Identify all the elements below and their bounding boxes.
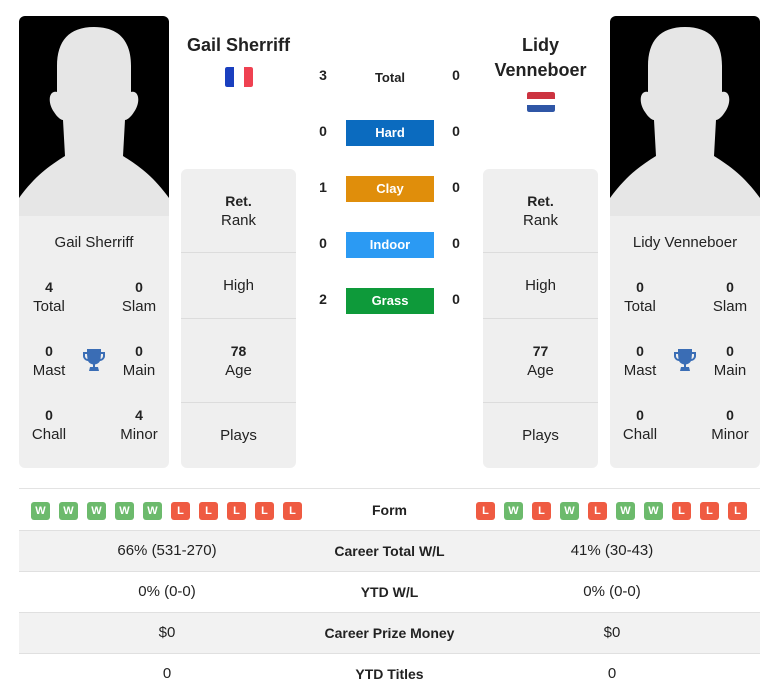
player2-form-badge-loss: L bbox=[700, 502, 719, 520]
player1-form-badge-win: W bbox=[87, 502, 106, 520]
player2-total-titles: 0 Total bbox=[624, 279, 656, 315]
player1-form-badge-loss: L bbox=[171, 502, 190, 520]
player2-titles-card: Lidy Venneboer 0 Total 0 Slam 0 Mast 0 M… bbox=[610, 216, 760, 468]
player1-prize-money: $0 bbox=[158, 624, 176, 641]
h2h-clay-p2: 0 bbox=[452, 179, 460, 195]
surface-hard-badge: Hard bbox=[346, 120, 434, 146]
comparison-row: 0 YTD Titles 0 bbox=[19, 653, 760, 694]
player2-slam-titles: 0 Slam bbox=[712, 279, 748, 315]
form-row: WWWWWLLLLL Form LWLWLWWLLL bbox=[19, 488, 760, 531]
h2h-hard-p1: 0 bbox=[319, 123, 327, 139]
comparison-row: 66% (531-270) Career Total W/L 41% (30-4… bbox=[19, 530, 760, 571]
player1-form-badge-loss: L bbox=[227, 502, 246, 520]
h2h-hard-p2: 0 bbox=[452, 123, 460, 139]
player1-form-badge-win: W bbox=[143, 502, 162, 520]
player1-card-name[interactable]: Gail Sherriff bbox=[19, 234, 169, 251]
player2-rank-card: Ret. Rank High 77 Age Plays bbox=[483, 169, 598, 468]
player2-form-badge-loss: L bbox=[728, 502, 747, 520]
player1-age: 78 Age bbox=[181, 319, 296, 403]
player2-prize-money: $0 bbox=[603, 624, 621, 641]
player2-form-badge-win: W bbox=[616, 502, 635, 520]
player2-chall-titles: 0 Chall bbox=[622, 407, 658, 443]
player1-plays: Plays bbox=[220, 427, 257, 444]
player2-form-badge-loss: L bbox=[476, 502, 495, 520]
career-wl-label: Career Total W/L bbox=[334, 543, 445, 559]
player1-high: High bbox=[181, 254, 296, 319]
player2-age: 77 Age bbox=[483, 319, 598, 403]
player2-main-titles: 0 Main bbox=[713, 343, 747, 379]
player1-ytd-titles: 0 bbox=[162, 665, 172, 682]
h2h-total-label: Total bbox=[374, 70, 406, 85]
player1-name[interactable]: Gail Sherriff bbox=[181, 33, 296, 58]
ytd-wl-label: YTD W/L bbox=[360, 584, 419, 600]
player-silhouette-icon bbox=[19, 27, 169, 216]
h2h-indoor-p2: 0 bbox=[452, 235, 460, 251]
player2-form-badge-loss: L bbox=[532, 502, 551, 520]
player2-ytd-wl: 0% (0-0) bbox=[583, 583, 641, 600]
player1-main-titles: 0 Main bbox=[122, 343, 156, 379]
player1-form-badge-win: W bbox=[31, 502, 50, 520]
player1-ytd-wl: 0% (0-0) bbox=[138, 583, 196, 600]
h2h-indoor-p1: 0 bbox=[319, 235, 327, 251]
player2-plays: Plays bbox=[522, 427, 559, 444]
surface-clay-badge: Clay bbox=[346, 176, 434, 202]
player2-card-name[interactable]: Lidy Venneboer bbox=[610, 234, 760, 251]
player2-form-badge-win: W bbox=[560, 502, 579, 520]
ytd-titles-label: YTD Titles bbox=[355, 666, 424, 682]
player1-rank-card: Ret. Rank High 78 Age Plays bbox=[181, 169, 296, 468]
player1-titles-card: Gail Sherriff 4 Total 0 Slam 0 Mast 0 Ma… bbox=[19, 216, 169, 468]
player1-form-badge-win: W bbox=[115, 502, 134, 520]
player2-form-badge-loss: L bbox=[588, 502, 607, 520]
h2h-total-p1: 3 bbox=[319, 67, 327, 83]
player-silhouette-icon bbox=[610, 27, 760, 216]
player1-career-wl: 66% (531-270) bbox=[117, 542, 217, 559]
player2-form-badge-win: W bbox=[504, 502, 523, 520]
prize-money-label: Career Prize Money bbox=[324, 625, 455, 641]
comparison-row: $0 Career Prize Money $0 bbox=[19, 612, 760, 653]
surface-indoor-badge: Indoor bbox=[346, 232, 434, 258]
player2-rank: Ret. Rank bbox=[483, 169, 598, 253]
player1-form-badge-loss: L bbox=[283, 502, 302, 520]
player1-form-badge-win: W bbox=[59, 502, 78, 520]
player2-form-badge-loss: L bbox=[672, 502, 691, 520]
form-label: Form bbox=[372, 502, 407, 518]
comparison-row: 0% (0-0) YTD W/L 0% (0-0) bbox=[19, 571, 760, 612]
trophy-icon bbox=[673, 348, 697, 372]
player1-chall-titles: 0 Chall bbox=[31, 407, 67, 443]
player1-flag-france bbox=[225, 67, 253, 87]
h2h-grass-p2: 0 bbox=[452, 291, 460, 307]
player2-ytd-titles: 0 bbox=[607, 665, 617, 682]
player1-form-badge-loss: L bbox=[255, 502, 274, 520]
player1-photo bbox=[19, 16, 169, 216]
surface-grass-badge: Grass bbox=[346, 288, 434, 314]
player1-rank: Ret. Rank bbox=[181, 169, 296, 253]
h2h-grass-p1: 2 bbox=[319, 291, 327, 307]
player2-photo bbox=[610, 16, 760, 216]
player1-form-badge-loss: L bbox=[199, 502, 218, 520]
player2-high: High bbox=[483, 254, 598, 319]
player1-slam-titles: 0 Slam bbox=[121, 279, 157, 315]
h2h-clay-p1: 1 bbox=[319, 179, 327, 195]
player2-mast-titles: 0 Mast bbox=[623, 343, 657, 379]
player2-flag-netherlands bbox=[527, 92, 555, 112]
player2-career-wl: 41% (30-43) bbox=[570, 542, 654, 559]
player2-name[interactable]: Lidy Venneboer bbox=[483, 33, 598, 83]
player1-total-titles: 4 Total bbox=[33, 279, 65, 315]
h2h-total-p2: 0 bbox=[452, 67, 460, 83]
player1-minor-titles: 4 Minor bbox=[120, 407, 158, 443]
player2-minor-titles: 0 Minor bbox=[711, 407, 749, 443]
trophy-icon bbox=[82, 348, 106, 372]
player1-mast-titles: 0 Mast bbox=[32, 343, 66, 379]
player2-form-badge-win: W bbox=[644, 502, 663, 520]
